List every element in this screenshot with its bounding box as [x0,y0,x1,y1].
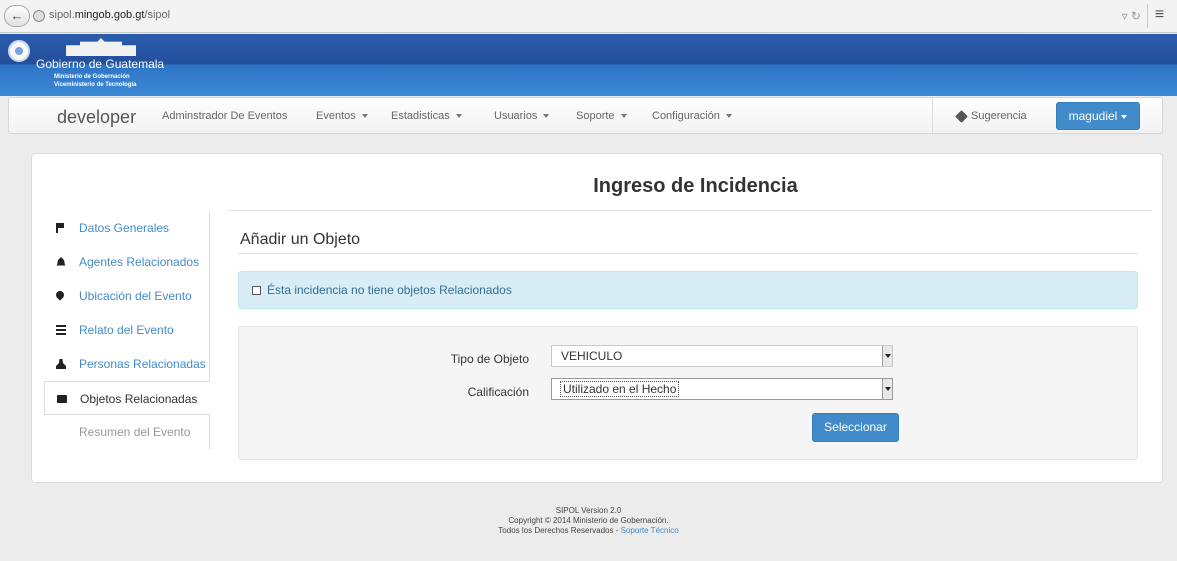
nav-label: Estadisticas [391,110,450,122]
list-icon [56,325,66,335]
vice-ministry-name: Viceministerio de Tecnología [54,82,137,88]
object-form-well: Tipo de Objeto VEHICULO Calificación Uti… [238,326,1138,460]
government-name: Gobierno de Guatemala [36,57,165,71]
user-menu-button[interactable]: magudiel [1056,102,1140,130]
back-arrow-icon[interactable]: ← [4,5,30,27]
calificacion-value: Utilizado en el Hecho [559,381,680,397]
sidebar-item-label: Objetos Relacionadas [80,392,198,406]
caret-down-icon [361,114,368,119]
section-title: Añadir un Objeto [240,231,361,248]
nav-label: Configuración [652,110,720,122]
sidebar-item-label: Resumen del Evento [79,425,191,439]
calificacion-label: Calificación [467,385,529,399]
nav-usuarios[interactable]: Usuarios [494,110,550,122]
flag-icon [56,223,66,233]
ministry-name: Ministerio de Gobernación [54,74,130,80]
username: magudiel [1068,109,1118,123]
sidebar-item-ubicacion[interactable]: Ubicación del Evento [44,279,210,313]
sidebar-item-label: Personas Relacionadas [79,357,206,371]
nav-label: Adminstrador De Eventos [162,110,288,122]
sidebar-item-relato[interactable]: Relato del Evento [44,313,210,347]
tipo-objeto-value: VEHICULO [561,349,623,363]
sidebar-item-label: Relato del Evento [79,323,174,337]
user-icon [56,359,66,369]
no-objects-checkbox[interactable] [252,286,261,296]
suggestion-label: Sugerencia [971,110,1027,122]
caret-down-icon [1121,114,1128,119]
tipo-objeto-select[interactable]: VEHICULO [551,345,893,367]
caret-down-icon [725,114,732,119]
calificacion-select[interactable]: Utilizado en el Hecho [551,378,893,400]
nav-label: Soporte [576,110,615,122]
nav-estadisticas[interactable]: Estadisticas [391,110,462,122]
nav-configuracion[interactable]: Configuración [652,110,732,122]
url-path: /sipol [144,9,171,21]
address-bar[interactable]: sipol.mingob.gob.gt/sipol [49,9,170,21]
map-marker-icon [54,289,66,301]
footer-version: SIPOL Version 2.0 [555,506,622,515]
no-objects-alert: Ésta incidencia no tiene objetos Relacio… [238,271,1138,309]
reload-icon[interactable]: ▿ ↻ [1122,9,1141,23]
section-divider [238,253,1138,254]
sidebar-item-label: Ubicación del Evento [79,289,192,303]
caret-down-icon [455,114,462,119]
sidebar-nav: Datos Generales Agentes Relacionados Ubi… [44,211,210,449]
title-divider [227,210,1152,211]
navbar-divider [932,98,933,133]
brand-link[interactable]: developer [57,107,136,128]
footer-rights-text: Todos los Derechos Reservados - [498,526,621,535]
sidebar-item-datos-generales[interactable]: Datos Generales [44,211,210,245]
main-navbar: developer Adminstrador De Eventos Evento… [8,97,1163,134]
hamburger-menu-icon[interactable]: ≡ [1147,4,1171,28]
nav-soporte[interactable]: Soporte [576,110,627,122]
support-link[interactable]: Soporte Técnico [621,526,679,535]
government-banner [0,34,1177,96]
bell-icon [56,257,66,266]
sidebar-item-label: Datos Generales [79,221,170,235]
main-panel: Ingreso de Incidencia Datos Generales Ag… [31,153,1163,483]
tipo-objeto-label: Tipo de Objeto [450,352,529,366]
sidebar-item-label: Agentes Relacionados [79,255,200,269]
footer-rights: Todos los Derechos Reservados - Soporte … [0,526,1177,536]
caret-down-icon [620,114,627,119]
url-domain: mingob.gob.gt [74,9,145,21]
nav-eventos[interactable]: Eventos [316,110,368,122]
sidebar-item-resumen: Resumen del Evento [44,415,210,449]
nav-label: Eventos [316,110,356,122]
nav-label: Usuarios [494,110,538,122]
footer-copyright: Copyright © 2014 Ministerio de Gobernaci… [508,516,669,525]
nav-adminstrador-eventos[interactable]: Adminstrador De Eventos [162,110,287,122]
tag-icon [955,109,968,123]
select-arrow-icon [882,379,892,399]
sidebar-item-agentes[interactable]: Agentes Relacionados [44,245,210,279]
url-prefix: sipol. [49,9,75,21]
briefcase-icon [57,395,67,403]
coat-of-arms-icon [8,40,30,62]
seleccionar-button[interactable]: Seleccionar [812,413,899,442]
globe-icon [33,10,45,22]
browser-toolbar: ← sipol.mingob.gob.gt/sipol ▿ ↻ ≡ [0,0,1177,33]
page-title: Ingreso de Incidencia [593,175,798,197]
caret-down-icon [543,114,550,119]
suggestion-link[interactable]: Sugerencia [955,109,1027,123]
page-footer: SIPOL Version 2.0 Copyright © 2014 Minis… [0,506,1177,536]
sidebar-item-personas[interactable]: Personas Relacionadas [44,347,210,381]
sidebar-item-objetos[interactable]: Objetos Relacionadas [44,381,210,415]
select-arrow-icon [882,346,892,366]
no-objects-label[interactable]: Ésta incidencia no tiene objetos Relacio… [267,283,512,297]
